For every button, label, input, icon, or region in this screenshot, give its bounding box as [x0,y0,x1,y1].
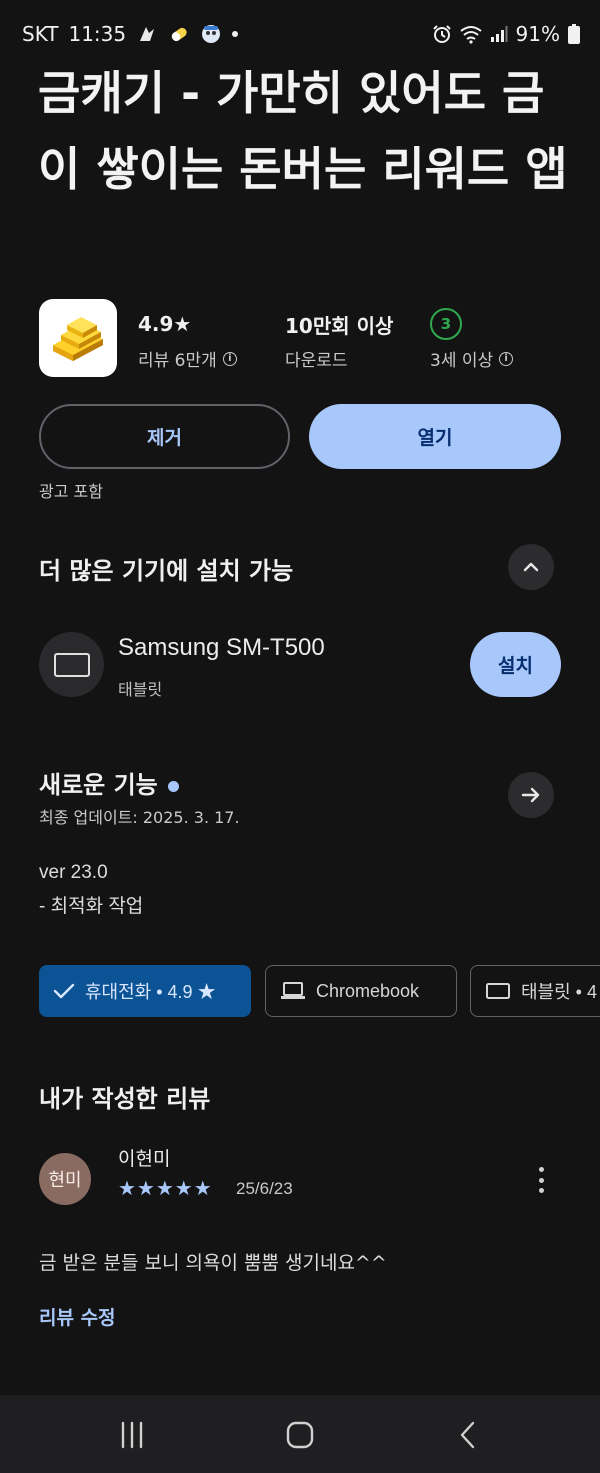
signal-icon [490,26,508,42]
info-icon: i [222,351,237,366]
last-updated: 최종 업데이트: 2025. 3. 17. [39,808,240,827]
chip-tablet-label: 태블릿 • 4 [521,982,597,1002]
wifi-icon [459,26,482,44]
chip-phone-label: 휴대전화 • 4.9 ★ [85,982,216,1002]
chip-chromebook[interactable]: Chromebook [265,965,457,1017]
release-notes: ver 23.0 - 최적화 작업 [39,856,143,924]
downloads-label: 다운로드 [285,351,348,371]
contains-ads-label: 광고 포함 [39,482,103,501]
chevron-up-icon [523,562,539,572]
back-button[interactable] [428,1405,508,1465]
review-stars: ★★★★★ [118,1176,213,1200]
review-count: 리뷰 6만개 i [138,346,237,371]
device-type: 태블릿 [118,680,163,699]
release-note-line: - 최적화 작업 [39,896,144,917]
notification-bird-icon [140,27,155,41]
chip-phone[interactable]: 휴대전화 • 4.9 ★ [39,965,251,1017]
clock: 11:35 [68,22,127,46]
tablet-icon [486,983,510,999]
recents-icon [121,1421,143,1449]
battery-percent: 91% [515,22,560,46]
open-button[interactable]: 열기 [309,404,561,469]
alarm-icon [432,25,451,43]
age-label: 3세 이상 i [430,346,514,371]
recent-apps-button[interactable] [92,1405,172,1465]
more-options-icon[interactable] [530,1163,552,1197]
notification-pill-icon [171,27,187,42]
avatar: 현미 [39,1153,91,1205]
whats-new-more-button[interactable] [508,772,554,818]
edit-review-link[interactable]: 리뷰 수정 [39,1303,116,1330]
review-text: 금 받은 분들 보니 의욕이 뿜뿜 생기네요^^ [39,1252,387,1274]
carrier-label: SKT [22,22,59,46]
app-title: 금캐기 - 가만히 있어도 금이 쌓이는 돈버는 리워드 앱 [38,66,568,196]
battery-icon [568,24,580,44]
downloads-block: 10만회 이상 다운로드 [285,310,394,372]
device-name: Samsung SM-T500 [118,634,325,661]
my-review-title: 내가 작성한 리뷰 [39,1085,211,1113]
rating-value: 4.9★ [138,310,237,338]
age-badge-wrap: 3 [430,308,513,340]
whats-new-title-text: 새로운 기능 [39,771,158,799]
back-icon [460,1421,475,1449]
reviewer-name: 이현미 [118,1148,171,1170]
home-button[interactable] [260,1405,340,1465]
new-indicator-dot [167,780,179,792]
review-count-text: 리뷰 6만개 [138,351,217,371]
age-rating-icon: 3 [430,308,462,340]
collapse-button[interactable] [508,544,554,590]
chip-tablet[interactable]: 태블릿 • 4 [470,965,600,1017]
notification-character-icon [202,25,221,43]
arrow-right-icon [521,787,540,803]
status-right: 91% [432,22,580,46]
install-button[interactable]: 설치 [470,632,561,697]
downloads-value: 10만회 이상 [285,313,394,338]
chip-chromebook-label: Chromebook [316,980,420,1001]
tablet-icon [53,652,90,677]
rating-block[interactable]: 4.9★ 리뷰 6만개 i [138,310,237,371]
uninstall-button[interactable]: 제거 [39,404,290,469]
info-icon: i [499,351,514,366]
gold-bars-icon [53,317,103,361]
status-left: SKT 11:35 [22,22,239,46]
app-icon [39,299,117,377]
laptop-icon [281,982,305,999]
check-icon [53,983,75,999]
review-date: 25/6/23 [236,1179,293,1198]
more-devices-title: 더 많은 기기에 설치 가능 [39,557,294,585]
device-tablet-icon-wrap [39,632,104,697]
age-block[interactable]: 3 3세 이상 i [430,308,514,371]
more-notifications-dot [232,31,239,37]
rating-text: 4.9★ [138,312,192,336]
home-icon [286,1421,314,1449]
release-note-line: ver 23.0 [39,862,108,883]
age-label-text: 3세 이상 [430,351,494,371]
whats-new-title: 새로운 기능 [39,765,179,800]
